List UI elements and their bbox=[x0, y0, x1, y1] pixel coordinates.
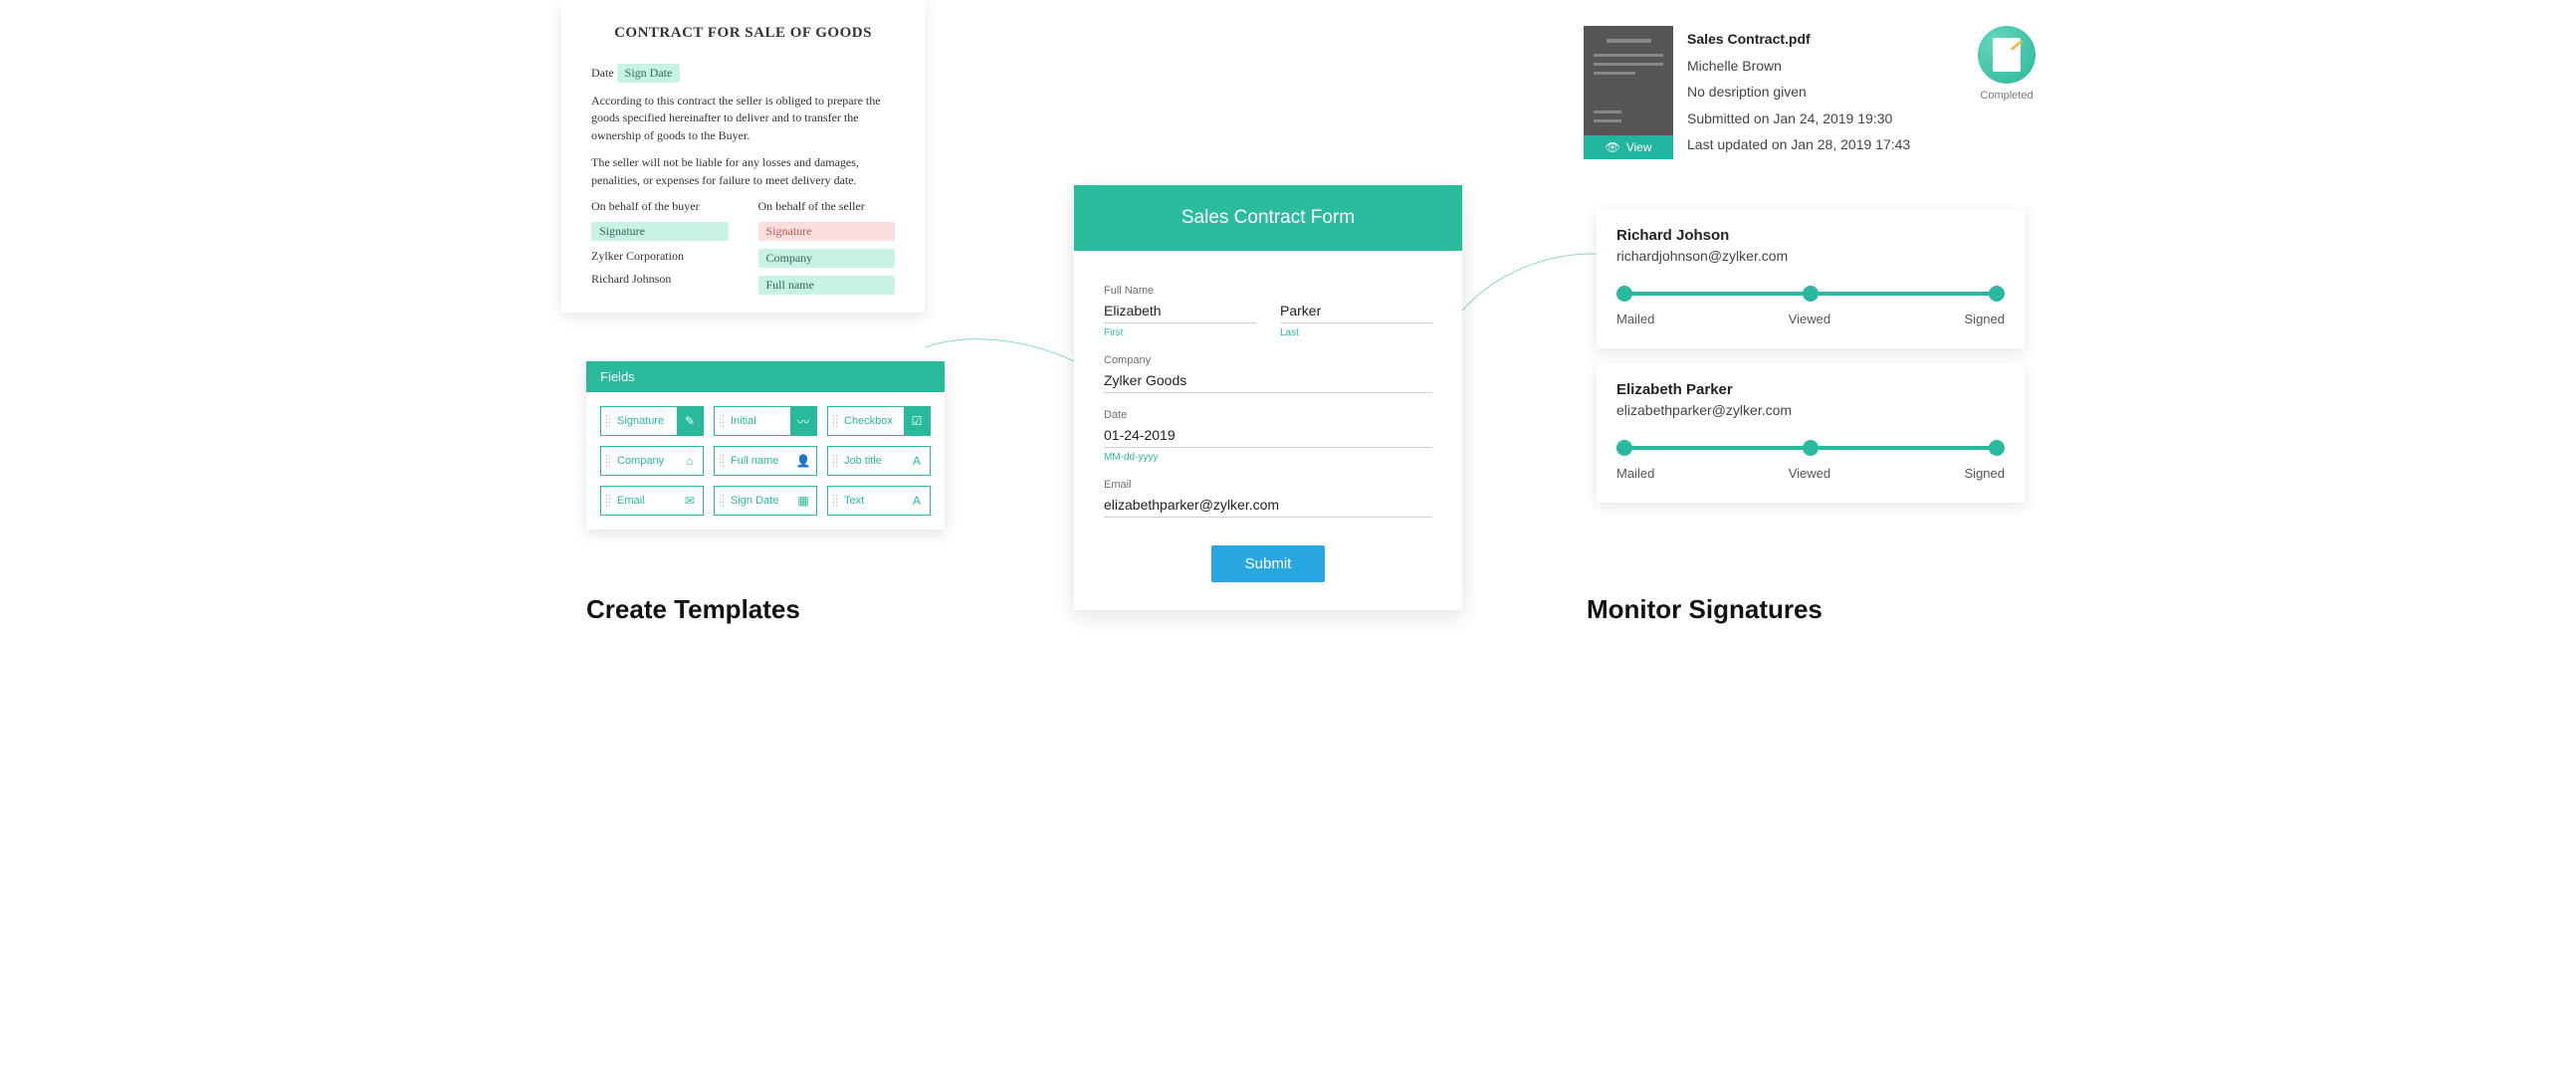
field-chip-label: Company bbox=[617, 455, 664, 467]
step-signed: Signed bbox=[1965, 466, 2005, 481]
drag-grip-icon bbox=[832, 454, 838, 468]
last-name-input[interactable]: Parker bbox=[1280, 297, 1432, 323]
field-chip-icon: A bbox=[904, 487, 930, 515]
email-input[interactable]: elizabethparker@zylker.com bbox=[1104, 491, 1432, 518]
field-chip-text[interactable]: Text A bbox=[827, 486, 931, 516]
email-label: Email bbox=[1104, 479, 1432, 491]
caption-create-templates: Create Templates bbox=[586, 594, 800, 625]
field-chip-label: Initial bbox=[731, 415, 756, 427]
signer-card: Elizabeth Parker elizabethparker@zylker.… bbox=[1597, 363, 2025, 503]
field-chip-icon: 〰 bbox=[790, 407, 816, 435]
drag-grip-icon bbox=[719, 454, 725, 468]
field-chip-initial[interactable]: Initial 〰 bbox=[714, 406, 817, 436]
progress-track bbox=[1616, 286, 2005, 302]
field-chip-label: Checkbox bbox=[844, 415, 893, 427]
date-hint: MM-dd-yyyy bbox=[1104, 452, 1432, 463]
field-chip-label: Full name bbox=[731, 455, 778, 467]
eye-icon: 👁 bbox=[1605, 140, 1619, 154]
date-label: Date bbox=[1104, 409, 1432, 421]
step-signed: Signed bbox=[1965, 312, 2005, 326]
contract-title: CONTRACT FOR SALE OF GOODS bbox=[591, 25, 895, 42]
field-chip-job-title[interactable]: Job title A bbox=[827, 446, 931, 476]
document-description: No desription given bbox=[1687, 79, 1958, 106]
signer-email: richardjohnson@zylker.com bbox=[1616, 248, 2005, 264]
view-label: View bbox=[1626, 140, 1652, 154]
step-viewed: Viewed bbox=[1789, 466, 1830, 481]
seller-company-tag[interactable]: Company bbox=[758, 249, 896, 268]
first-name-hint: First bbox=[1104, 327, 1256, 338]
form-title: Sales Contract Form bbox=[1074, 185, 1462, 251]
field-chip-company[interactable]: Company ⌂ bbox=[600, 446, 704, 476]
contract-paragraph-1: According to this contract the seller is… bbox=[591, 93, 895, 144]
field-chip-label: Job title bbox=[844, 455, 882, 467]
seller-signature-tag[interactable]: Signature bbox=[758, 222, 896, 241]
drag-grip-icon bbox=[605, 414, 611, 428]
status-label: Completed bbox=[1972, 90, 2041, 102]
document-filename: Sales Contract.pdf bbox=[1687, 26, 1958, 53]
contract-paragraph-2: The seller will not be liable for any lo… bbox=[591, 154, 895, 189]
contract-template-card: CONTRACT FOR SALE OF GOODS Date Sign Dat… bbox=[561, 0, 925, 313]
date-label: Date bbox=[591, 66, 614, 80]
drag-grip-icon bbox=[832, 414, 838, 428]
buyer-name: Richard Johnson bbox=[591, 272, 729, 287]
submit-button[interactable]: Submit bbox=[1211, 545, 1326, 582]
company-input[interactable]: Zylker Goods bbox=[1104, 366, 1432, 393]
status-badge: Completed bbox=[1972, 26, 2041, 102]
date-input[interactable]: 01-24-2019 bbox=[1104, 421, 1432, 448]
field-chip-icon: 👤 bbox=[790, 447, 816, 475]
signer-email: elizabethparker@zylker.com bbox=[1616, 402, 2005, 418]
field-chip-icon: A bbox=[904, 447, 930, 475]
field-chip-label: Email bbox=[617, 495, 645, 507]
fields-palette: Fields Signature ✎ Initial 〰 Checkbox ☑ Compan… bbox=[586, 361, 945, 530]
field-chip-icon: ⌂ bbox=[677, 447, 703, 475]
completed-icon bbox=[1978, 26, 2036, 84]
signer-card: Richard Johson richardjohnson@zylker.com… bbox=[1597, 209, 2025, 348]
company-label: Company bbox=[1104, 354, 1432, 366]
buyer-signature-tag[interactable]: Signature bbox=[591, 222, 729, 241]
field-chip-signature[interactable]: Signature ✎ bbox=[600, 406, 704, 436]
seller-heading: On behalf of the seller bbox=[758, 199, 896, 214]
document-updated: Last updated on Jan 28, 2019 17:43 bbox=[1687, 131, 1958, 158]
field-chip-icon: ▦ bbox=[790, 487, 816, 515]
document-summary: 👁 View Sales Contract.pdf Michelle Brown… bbox=[1584, 26, 2041, 159]
field-chip-icon: ✉ bbox=[677, 487, 703, 515]
buyer-company: Zylker Corporation bbox=[591, 249, 729, 264]
full-name-label: Full Name bbox=[1104, 285, 1432, 297]
drag-grip-icon bbox=[832, 494, 838, 508]
drag-grip-icon bbox=[719, 414, 725, 428]
sales-contract-form: Sales Contract Form Full Name Elizabeth … bbox=[1074, 185, 1462, 610]
step-viewed: Viewed bbox=[1789, 312, 1830, 326]
step-mailed: Mailed bbox=[1616, 466, 1654, 481]
field-chip-email[interactable]: Email ✉ bbox=[600, 486, 704, 516]
field-chip-sign-date[interactable]: Sign Date ▦ bbox=[714, 486, 817, 516]
sign-date-field-tag[interactable]: Sign Date bbox=[617, 64, 681, 83]
drag-grip-icon bbox=[605, 494, 611, 508]
document-owner: Michelle Brown bbox=[1687, 53, 1958, 80]
step-mailed: Mailed bbox=[1616, 312, 1654, 326]
field-chip-label: Text bbox=[844, 495, 864, 507]
field-chip-checkbox[interactable]: Checkbox ☑ bbox=[827, 406, 931, 436]
signer-name: Richard Johson bbox=[1616, 227, 2005, 244]
field-chip-label: Sign Date bbox=[731, 495, 778, 507]
buyer-heading: On behalf of the buyer bbox=[591, 199, 729, 214]
signer-name: Elizabeth Parker bbox=[1616, 381, 2005, 398]
seller-fullname-tag[interactable]: Full name bbox=[758, 276, 896, 295]
first-name-input[interactable]: Elizabeth bbox=[1104, 297, 1256, 323]
document-submitted: Submitted on Jan 24, 2019 19:30 bbox=[1687, 106, 1958, 132]
view-button[interactable]: 👁 View bbox=[1584, 135, 1673, 159]
caption-monitor-signatures: Monitor Signatures bbox=[1587, 594, 1823, 625]
drag-grip-icon bbox=[719, 494, 725, 508]
field-chip-icon: ✎ bbox=[677, 407, 703, 435]
document-thumbnail bbox=[1584, 26, 1673, 135]
field-chip-full-name[interactable]: Full name 👤 bbox=[714, 446, 817, 476]
progress-track bbox=[1616, 440, 2005, 456]
fields-header: Fields bbox=[586, 361, 945, 392]
drag-grip-icon bbox=[605, 454, 611, 468]
field-chip-icon: ☑ bbox=[904, 407, 930, 435]
field-chip-label: Signature bbox=[617, 415, 664, 427]
last-name-hint: Last bbox=[1280, 327, 1432, 338]
